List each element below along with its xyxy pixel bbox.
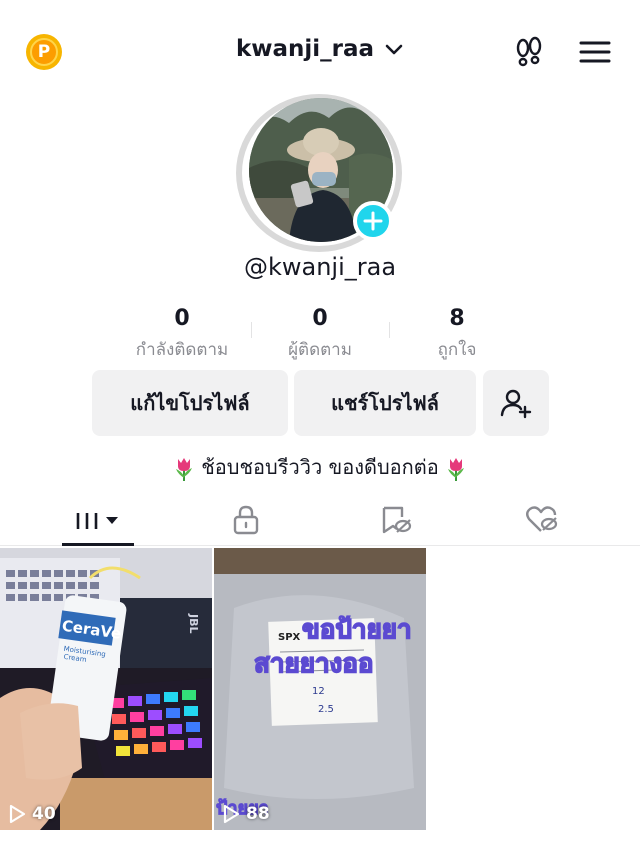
view-count: 88 [222, 804, 270, 824]
caret-down-icon [106, 517, 118, 524]
bio-text: ช้อบชอบรีววิว ของดีบอกต่อ [201, 455, 439, 479]
followers-label: ผู้ติดตาม [288, 340, 352, 360]
followers-count: 0 [312, 306, 328, 331]
add-avatar-button[interactable] [353, 201, 393, 241]
label-line: 12 [312, 686, 325, 697]
view-count-text: 88 [246, 804, 270, 824]
tab-videos[interactable] [18, 494, 178, 546]
active-tab-indicator [62, 543, 134, 546]
videos-grid-icon [76, 513, 118, 529]
footprint-icon[interactable] [512, 35, 546, 69]
liked-heart-icon [526, 506, 558, 532]
likes-count: 8 [449, 306, 465, 331]
add-friend-button[interactable] [483, 370, 549, 436]
video-thumbnail-image: JBL CeraVe Moisturising Cream [0, 548, 212, 830]
tulip-icon [448, 457, 465, 481]
lock-icon [233, 505, 259, 535]
bookmark-icon [382, 506, 412, 534]
svg-text:JBL: JBL [187, 613, 200, 634]
video-thumbnail[interactable]: JBL CeraVe Moisturising Cream 40 [0, 548, 212, 830]
tulip-icon [175, 457, 192, 481]
profile-bio: ช้อบชอบรีววิว ของดีบอกต่อ [0, 451, 640, 483]
label-line: 2.5 [318, 704, 334, 715]
overlay-text-line2: สายยางออ [254, 649, 373, 679]
profile-handle: @kwanji_raa [243, 253, 397, 281]
plus-icon [363, 211, 383, 231]
view-count-text: 40 [32, 804, 56, 824]
following-count: 0 [174, 306, 190, 331]
tab-saved[interactable] [316, 494, 476, 546]
following-stat[interactable]: 0 กำลังติดตาม [112, 306, 252, 363]
view-count: 40 [8, 804, 56, 824]
followers-stat[interactable]: 0 ผู้ติดตาม [250, 306, 390, 363]
tab-liked[interactable] [462, 494, 622, 546]
video-thumbnail-image: SPX 12 2.5 ขอป้ายยา สายยางออ ป้ายยา [214, 548, 426, 830]
likes-stat[interactable]: 8 ถูกใจ [387, 306, 527, 363]
share-profile-button[interactable]: แชร์โปรไฟล์ [294, 370, 476, 436]
play-icon [223, 804, 240, 824]
tab-private[interactable] [166, 494, 326, 546]
top-bar: P kwanji_raa [0, 0, 640, 100]
add-person-icon [500, 389, 532, 419]
play-icon [9, 804, 26, 824]
edit-profile-button[interactable]: แก้ไขโปรไฟล์ [92, 370, 288, 436]
username-title: kwanji_raa [235, 36, 375, 62]
following-label: กำลังติดตาม [135, 340, 229, 360]
chevron-down-icon [385, 44, 403, 54]
overlay-text-line1: ขอป้ายยา [302, 615, 412, 645]
label-line: SPX [278, 632, 301, 643]
video-thumbnail[interactable]: SPX 12 2.5 ขอป้ายยา สายยางออ ป้ายยา 88 [214, 548, 426, 830]
likes-label: ถูกใจ [437, 340, 477, 360]
content-tabs [0, 494, 640, 546]
hamburger-menu-icon[interactable] [579, 38, 611, 66]
